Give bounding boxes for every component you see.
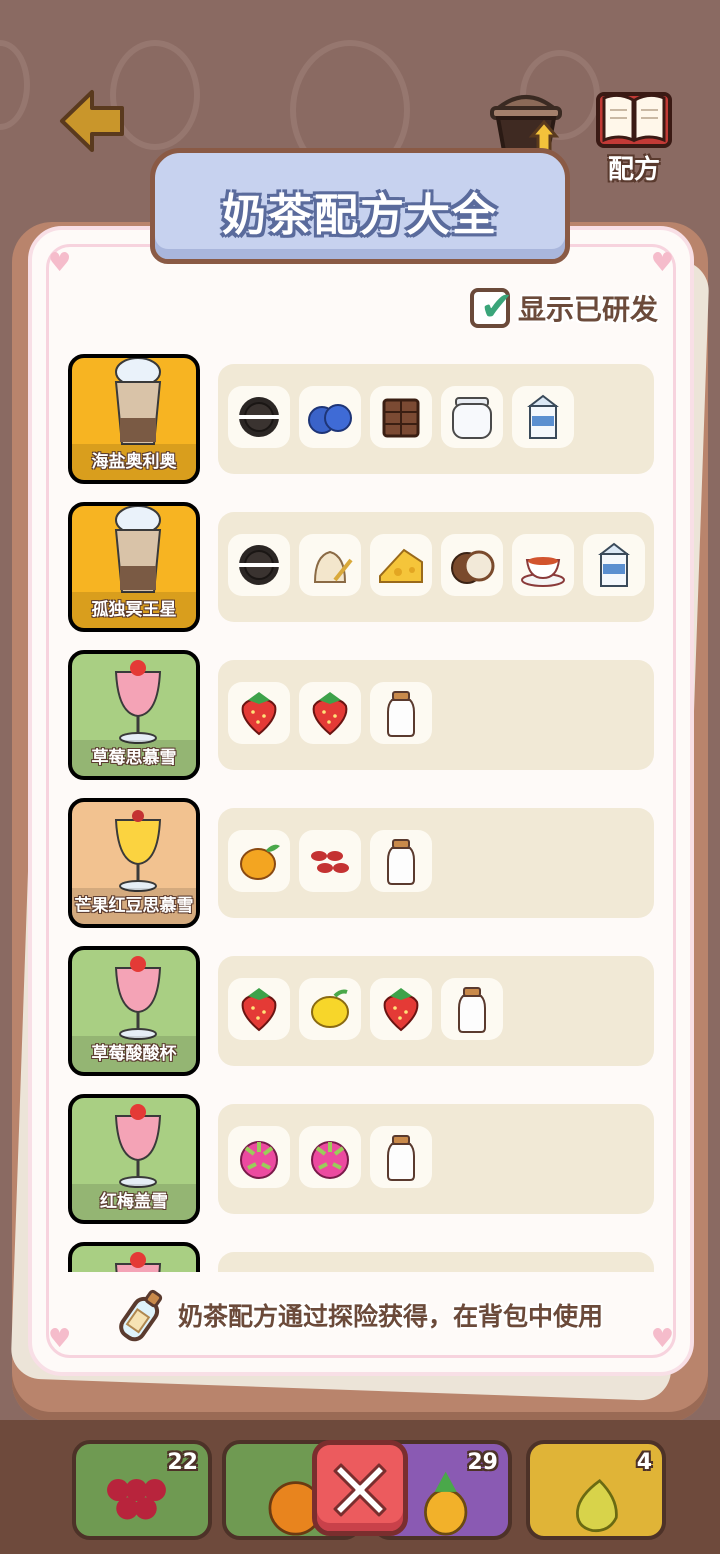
hint-text: 奶茶配方通过探险获得，在背包中使用 — [178, 1302, 604, 1331]
milk-carton-icon — [512, 386, 574, 448]
drink-card[interactable]: 孤独冥王星 — [68, 502, 200, 632]
recipe-row[interactable]: 海盐奥利奥 — [68, 354, 658, 484]
recipe-button[interactable]: 配方 — [594, 86, 674, 186]
red-beans-icon — [299, 830, 361, 892]
blueberry-icon — [299, 386, 361, 448]
heart-decoration-icon: ♥ — [650, 248, 674, 278]
strawberry-icon — [228, 682, 290, 744]
slot-count: 4 — [636, 1450, 652, 1475]
flour-icon — [299, 534, 361, 596]
slot-count: 29 — [467, 1450, 498, 1475]
oreo-icon — [228, 534, 290, 596]
heart-decoration-icon: ♥ — [650, 1324, 674, 1354]
drink-image — [72, 654, 196, 746]
drink-name: 孤独冥王星 — [72, 592, 196, 628]
milk-bottle-icon — [441, 978, 503, 1040]
drink-name: 红梅盖雪 — [72, 1184, 196, 1220]
chocolate-icon — [370, 386, 432, 448]
ingredient-strip — [218, 1104, 654, 1214]
ingredient-strip — [218, 956, 654, 1066]
recipe-label: 配方 — [607, 155, 660, 185]
show-developed-toggle[interactable]: ✔ 显示已研发 — [470, 284, 659, 330]
drink-name: 海盐奥利奥 — [72, 444, 196, 480]
drink-card[interactable]: 红梅盖雪 — [68, 1094, 200, 1224]
drink-image — [72, 1246, 196, 1272]
hint-bar: 奶茶配方通过探险获得，在背包中使用 — [112, 1280, 603, 1350]
checkmark-icon: ✔ — [480, 284, 514, 330]
cheese-icon — [370, 534, 432, 596]
tea-icon — [512, 534, 574, 596]
drink-image — [72, 802, 196, 894]
ingredient-strip — [218, 660, 654, 770]
tray-slot-grapes[interactable]: 22 — [72, 1440, 212, 1540]
recipe-row[interactable]: 孤独冥王星 — [68, 502, 658, 632]
ingredient-strip — [218, 808, 654, 918]
drink-card[interactable]: 草莓酸酸杯 — [68, 946, 200, 1076]
milk-bottle-icon — [370, 682, 432, 744]
recipe-row[interactable]: 草莓思慕雪 — [68, 650, 658, 780]
ingredient-strip — [218, 364, 654, 474]
recipe-row[interactable]: 芒果红豆思慕雪 — [68, 798, 658, 928]
drink-image — [72, 358, 196, 450]
lemon-icon — [299, 978, 361, 1040]
mango-icon — [228, 830, 290, 892]
dragon-fruit-icon — [228, 1126, 290, 1188]
oreo-icon — [228, 386, 290, 448]
ingredient-strip — [218, 1252, 654, 1272]
drink-card[interactable]: 草莓思慕雪 — [68, 650, 200, 780]
jar-icon — [441, 386, 503, 448]
drink-image — [72, 1098, 196, 1190]
coconut-icon — [441, 534, 503, 596]
drink-image — [72, 506, 196, 598]
milk-bottle-icon — [370, 830, 432, 892]
recipe-row[interactable]: 红梅盖雪 — [68, 1094, 658, 1224]
drink-name: 草莓思慕雪 — [72, 740, 196, 776]
strawberry-icon — [228, 978, 290, 1040]
strawberry-icon — [370, 978, 432, 1040]
drink-image — [72, 950, 196, 1042]
back-arrow-icon — [60, 90, 124, 152]
ingredient-strip — [218, 512, 654, 622]
dragon-fruit-icon — [299, 1126, 361, 1188]
drink-card[interactable]: 芒果红豆思慕雪 — [68, 798, 200, 928]
panel-title: 奶茶配方大全 — [222, 190, 498, 241]
milk-carton-icon — [583, 534, 645, 596]
fruit-pattern-icon — [0, 40, 30, 130]
filter-label: 显示已研发 — [518, 293, 659, 326]
heart-decoration-icon: ♥ — [48, 248, 72, 278]
recipe-row[interactable]: 草莓酸酸杯 — [68, 946, 658, 1076]
recipe-list[interactable]: 海盐奥利奥孤独冥王星草莓思慕雪芒果红豆思慕雪 草莓酸酸杯红梅盖雪 — [68, 354, 658, 1272]
drink-name: 草莓酸酸杯 — [72, 1036, 196, 1072]
milk-bottle-icon — [370, 1126, 432, 1188]
close-icon — [333, 1463, 387, 1517]
drink-name: 芒果红豆思慕雪 — [72, 888, 196, 924]
slot-count: 22 — [167, 1450, 198, 1475]
drink-card[interactable] — [68, 1242, 200, 1272]
tray-slot-pear[interactable]: 4 — [526, 1440, 666, 1540]
message-bottle-icon — [119, 1289, 163, 1342]
strawberry-icon — [299, 682, 361, 744]
back-button[interactable] — [58, 86, 128, 156]
title-banner: 奶茶配方大全 — [150, 148, 570, 264]
recipe-row[interactable] — [68, 1242, 658, 1272]
filter-checkbox[interactable]: ✔ — [470, 284, 514, 330]
close-button[interactable] — [312, 1440, 408, 1536]
drink-card[interactable]: 海盐奥利奥 — [68, 354, 200, 484]
heart-decoration-icon: ♥ — [48, 1324, 72, 1354]
